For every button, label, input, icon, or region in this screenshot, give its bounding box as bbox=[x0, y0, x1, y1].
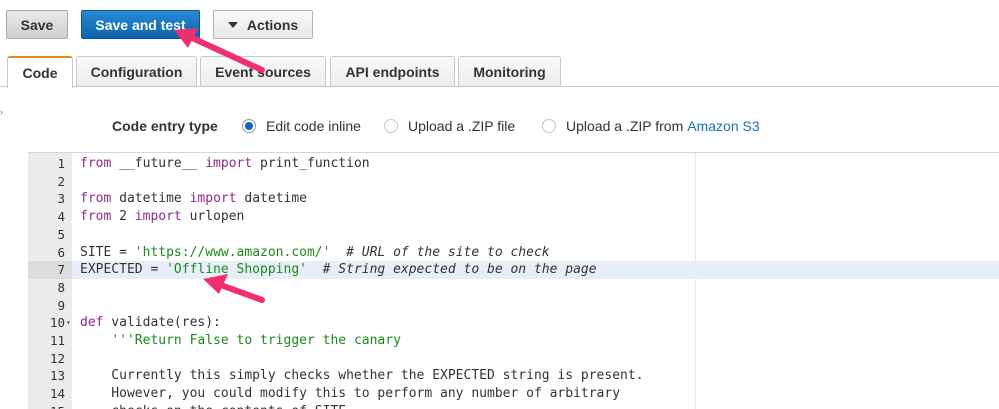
line-number: 6 bbox=[57, 244, 65, 260]
code-line[interactable]: 9 bbox=[28, 297, 999, 315]
radio-upload-zip[interactable]: Upload a .ZIP file bbox=[384, 115, 515, 137]
line-number: 5 bbox=[57, 226, 65, 242]
code-text: EXPECTED = 'Offline Shopping' # String e… bbox=[80, 262, 597, 278]
code-line[interactable]: 3 from datetime import datetime bbox=[28, 190, 999, 208]
code-line[interactable]: 8 bbox=[28, 279, 999, 297]
radio-upload-zip-s3-label: Upload a .ZIP from bbox=[566, 118, 684, 134]
code-text: from 2 import urlopen bbox=[80, 209, 245, 225]
code-text: from __future__ import print_function bbox=[80, 156, 370, 171]
line-number: 3 bbox=[57, 191, 65, 207]
line-number: 13 bbox=[49, 368, 65, 384]
line-number: 8 bbox=[57, 279, 65, 295]
code-line[interactable]: 12 bbox=[28, 350, 999, 368]
radio-upload-zip-label: Upload a .ZIP file bbox=[408, 118, 516, 134]
code-text: checks on the contents of SITE. bbox=[80, 403, 354, 409]
code-line[interactable]: 1 from __future__ import print_function bbox=[28, 155, 999, 173]
line-number: 14 bbox=[49, 386, 65, 402]
tab-event-sources[interactable]: Event sources bbox=[200, 56, 326, 86]
fold-arrow-icon[interactable]: ▾ bbox=[66, 314, 71, 332]
code-text: from datetime import datetime bbox=[80, 191, 308, 207]
radio-unselected-icon[interactable] bbox=[542, 119, 556, 133]
tab-api-endpoints[interactable]: API endpoints bbox=[330, 56, 455, 86]
radio-upload-zip-s3[interactable]: Upload a .ZIP from Amazon S3 bbox=[542, 115, 760, 137]
code-line[interactable]: 10 ▾ def validate(res): bbox=[28, 314, 999, 332]
code-line[interactable]: 5 bbox=[28, 226, 999, 244]
code-text: SITE = 'https://www.amazon.com/' # URL o… bbox=[80, 244, 550, 260]
actions-dropdown-button[interactable]: Actions bbox=[213, 10, 313, 39]
line-number: 1 bbox=[57, 156, 65, 171]
code-line[interactable]: 7 EXPECTED = 'Offline Shopping' # String … bbox=[28, 261, 999, 279]
code-line[interactable]: 13 Currently this simply checks whether … bbox=[28, 367, 999, 385]
code-entry-type-label: Code entry type bbox=[112, 118, 218, 134]
code-line[interactable]: 14 However, you could modify this to per… bbox=[28, 385, 999, 403]
line-number: 2 bbox=[57, 173, 65, 189]
save-button[interactable]: Save bbox=[6, 10, 68, 39]
code-text: Currently this simply checks whether the… bbox=[80, 368, 644, 384]
line-number: 11 bbox=[49, 333, 65, 348]
line-number: 15 bbox=[28, 403, 72, 409]
radio-unselected-icon[interactable] bbox=[384, 119, 398, 133]
code-text: However, you could modify this to perfor… bbox=[80, 386, 621, 402]
actions-label: Actions bbox=[246, 16, 299, 33]
collapse-handle-icon[interactable]: › bbox=[0, 106, 5, 118]
radio-selected-icon[interactable] bbox=[242, 119, 256, 133]
code-line[interactable]: 15 checks on the contents of SITE. bbox=[28, 403, 999, 409]
code-line[interactable]: 2 bbox=[28, 173, 999, 191]
save-and-test-button[interactable]: Save and test bbox=[81, 10, 200, 39]
code-text: def validate(res): bbox=[80, 315, 221, 331]
code-line[interactable]: 6 SITE = 'https://www.amazon.com/' # URL … bbox=[28, 244, 999, 262]
radio-edit-inline[interactable]: Edit code inline bbox=[242, 115, 361, 137]
radio-edit-inline-label: Edit code inline bbox=[266, 118, 361, 134]
amazon-s3-link[interactable]: Amazon S3 bbox=[687, 118, 759, 134]
tab-bar-divider bbox=[0, 86, 999, 87]
tab-configuration[interactable]: Configuration bbox=[76, 56, 197, 86]
code-editor[interactable]: 1 from __future__ import print_function 2 3… bbox=[28, 152, 999, 409]
line-number: 12 bbox=[49, 350, 65, 366]
tab-code[interactable]: Code bbox=[7, 56, 73, 88]
code-text: '''Return False to trigger the canary bbox=[111, 333, 401, 348]
caret-down-icon bbox=[227, 21, 238, 28]
line-number: 4 bbox=[57, 209, 65, 225]
code-line[interactable]: 11 '''Return False to trigger the canary bbox=[28, 332, 999, 350]
line-number: 7 bbox=[28, 261, 72, 279]
code-line[interactable]: 4 from 2 import urlopen bbox=[28, 208, 999, 226]
line-number: 9 bbox=[57, 297, 65, 313]
tab-monitoring[interactable]: Monitoring bbox=[458, 56, 561, 86]
